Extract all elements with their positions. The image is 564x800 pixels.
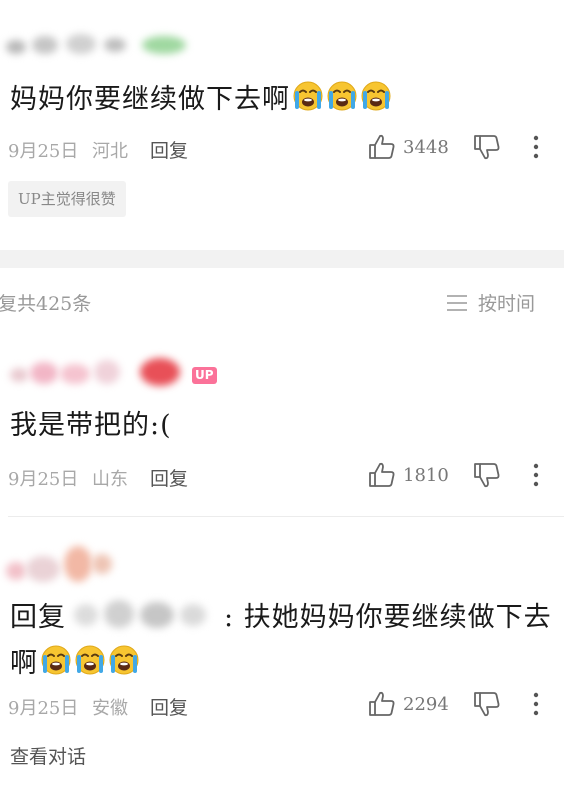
like-count: 1810 bbox=[403, 465, 449, 486]
reply-count: 复共425条 bbox=[0, 293, 92, 315]
view-conversation-link[interactable]: 查看对话 bbox=[10, 742, 86, 769]
comment-text: 我是带把的:( bbox=[10, 410, 172, 441]
up-badge: UP bbox=[192, 367, 217, 384]
sort-label: 按时间 bbox=[478, 293, 536, 315]
comment-text: 妈妈你要继续做下去啊 bbox=[10, 76, 392, 116]
thumbs-up-icon[interactable] bbox=[368, 134, 396, 160]
like-count: 3448 bbox=[403, 137, 449, 158]
like-count: 2294 bbox=[403, 694, 449, 715]
reply-prefix: 回复 bbox=[10, 601, 66, 633]
crying-face-icon bbox=[326, 80, 358, 112]
comment-location: 山东 bbox=[92, 469, 128, 490]
reply-button[interactable]: 回复 bbox=[150, 464, 188, 491]
comment-text: 回复 : 扶她妈妈你要继续做下去 啊 bbox=[10, 594, 560, 682]
thumbs-up-icon[interactable] bbox=[368, 691, 396, 717]
section-divider bbox=[0, 250, 564, 268]
thumbs-down-icon[interactable] bbox=[473, 691, 501, 717]
mentioned-user-blurred[interactable] bbox=[70, 596, 220, 632]
reply-button[interactable]: 回复 bbox=[150, 136, 188, 163]
up-liked-tag: UP主觉得很赞 bbox=[8, 181, 126, 217]
comment-location: 河北 bbox=[92, 141, 128, 162]
thumbs-down-icon[interactable] bbox=[473, 462, 501, 488]
crying-face-icon bbox=[40, 644, 72, 676]
more-vertical-icon[interactable] bbox=[530, 692, 542, 716]
comment-date: 9月25日 bbox=[8, 469, 79, 490]
crying-face-icon bbox=[360, 80, 392, 112]
comment-date: 9月25日 bbox=[8, 141, 79, 162]
more-vertical-icon[interactable] bbox=[530, 463, 542, 487]
thumbs-up-icon[interactable] bbox=[368, 462, 396, 488]
crying-face-icon bbox=[108, 644, 140, 676]
crying-face-icon bbox=[292, 80, 324, 112]
reply-button[interactable]: 回复 bbox=[150, 693, 188, 720]
crying-face-icon bbox=[74, 644, 106, 676]
comment-location: 安徽 bbox=[92, 698, 128, 719]
more-vertical-icon[interactable] bbox=[530, 135, 542, 159]
thumbs-down-icon[interactable] bbox=[473, 134, 501, 160]
comment-date: 9月25日 bbox=[8, 698, 79, 719]
sort-button[interactable]: 按时间 bbox=[446, 289, 535, 316]
comment-divider bbox=[8, 516, 564, 517]
menu-lines-icon bbox=[446, 294, 468, 312]
